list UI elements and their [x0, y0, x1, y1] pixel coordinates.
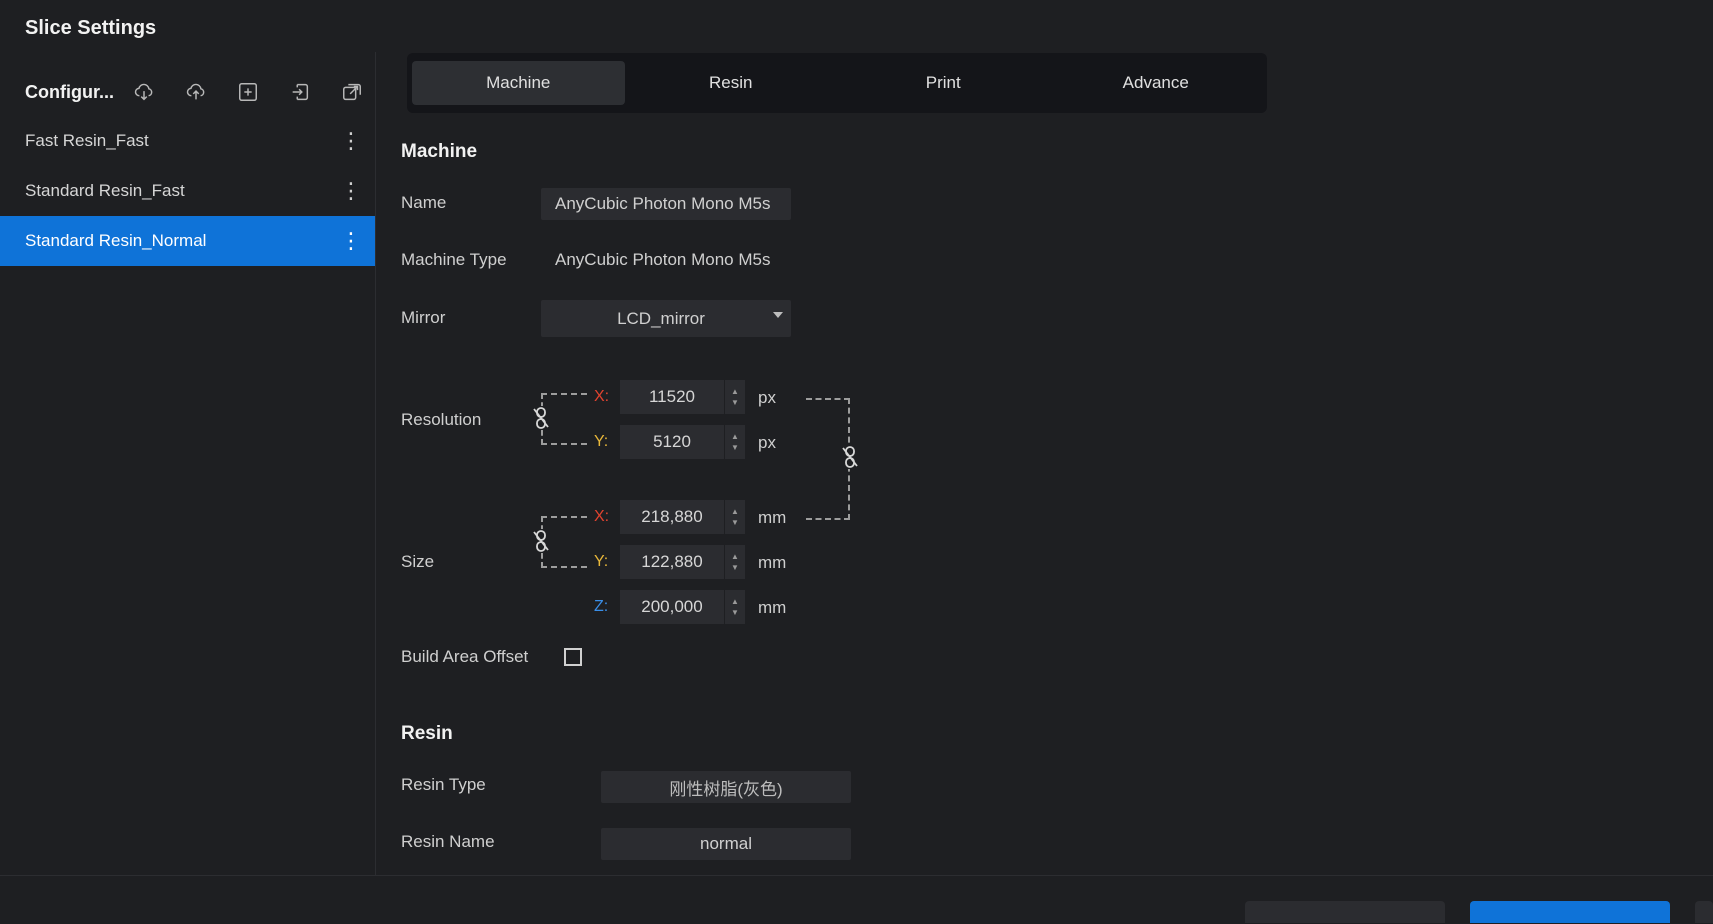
import-icon[interactable]	[287, 79, 313, 105]
size-y-axis-label: Y:	[594, 553, 609, 570]
size-y-value: 122,880	[641, 552, 703, 571]
tab-print[interactable]: Print	[837, 61, 1050, 105]
resolution-y-axis-label: Y:	[594, 433, 609, 450]
resolution-y-value: 5120	[653, 432, 691, 451]
resolution-x-value: 11520	[648, 387, 695, 406]
more-options-icon[interactable]: ⋮	[340, 180, 362, 202]
size-z-input[interactable]: 200,000 ▲ ▼	[620, 590, 745, 624]
tab-advance[interactable]: Advance	[1050, 61, 1263, 105]
resolution-y-input[interactable]: 5120 ▲ ▼	[620, 425, 745, 459]
resolution-y-unit: px	[758, 433, 776, 452]
settings-tabs: Machine Resin Print Advance	[407, 53, 1267, 113]
machine-type-value: AnyCubic Photon Mono M5s	[555, 250, 771, 269]
list-item[interactable]: Standard Resin_Fast ⋮	[0, 166, 375, 216]
export-icon[interactable]	[339, 79, 365, 105]
list-item-label: Fast Resin_Fast	[25, 131, 149, 150]
mirror-select-value: LCD_mirror	[617, 308, 705, 328]
size-label: Size	[401, 552, 435, 571]
size-z-axis-label: Z:	[594, 598, 609, 615]
size-x-value: 218,880	[641, 507, 703, 526]
build-area-offset-checkbox[interactable]	[564, 648, 582, 666]
mirror-label: Mirror	[401, 308, 446, 327]
add-box-icon[interactable]	[235, 79, 261, 105]
machine-section-title: Machine	[401, 141, 478, 162]
resolution-x-unit: px	[758, 388, 776, 407]
tertiary-button[interactable]	[1695, 901, 1713, 923]
spin-arrows[interactable]: ▲ ▼	[724, 425, 745, 459]
primary-button[interactable]	[1470, 901, 1670, 923]
spin-arrows[interactable]: ▲ ▼	[724, 500, 745, 534]
tab-machine[interactable]: Machine	[412, 61, 625, 105]
name-label: Name	[401, 193, 447, 212]
more-options-icon[interactable]: ⋮	[340, 130, 362, 152]
link-broken-icon[interactable]	[531, 529, 551, 553]
resin-type-label: Resin Type	[401, 775, 486, 794]
list-item-selected[interactable]: Standard Resin_Normal ⋮	[0, 216, 375, 266]
size-z-unit: mm	[758, 598, 787, 617]
tab-resin[interactable]: Resin	[625, 61, 838, 105]
size-y-unit: mm	[758, 553, 787, 572]
spin-arrows[interactable]: ▲ ▼	[724, 590, 745, 624]
build-area-offset-label: Build Area Offset	[401, 647, 529, 666]
chevron-down-icon	[773, 312, 783, 318]
size-x-input[interactable]: 218,880 ▲ ▼	[620, 500, 745, 534]
size-x-axis-label: X:	[594, 508, 610, 525]
spin-arrows[interactable]: ▲ ▼	[724, 380, 745, 414]
bottom-bar	[0, 875, 1713, 924]
size-z-value: 200,000	[641, 597, 703, 616]
link-broken-icon[interactable]	[840, 445, 860, 469]
size-y-input[interactable]: 122,880 ▲ ▼	[620, 545, 745, 579]
cloud-upload-icon[interactable]	[183, 79, 209, 105]
window-title: Slice Settings	[25, 17, 157, 39]
configuration-toolbar: Configur...	[25, 70, 365, 114]
resin-section-title: Resin	[401, 723, 453, 744]
resolution-label: Resolution	[401, 410, 482, 429]
size-x-unit: mm	[758, 508, 787, 527]
resin-name-label: Resin Name	[401, 832, 495, 851]
list-item-label: Standard Resin_Normal	[25, 231, 207, 250]
resolution-x-axis-label: X:	[594, 388, 610, 405]
more-options-icon[interactable]: ⋮	[340, 230, 362, 252]
machine-type-label: Machine Type	[401, 250, 507, 269]
configuration-list: Fast Resin_Fast ⋮ Standard Resin_Fast ⋮ …	[0, 116, 375, 266]
resin-type-field[interactable]: 刚性树脂(灰色)	[601, 771, 851, 803]
machine-name-field[interactable]: AnyCubic Photon Mono M5s	[541, 188, 791, 220]
link-broken-icon[interactable]	[531, 406, 551, 430]
mirror-select[interactable]: LCD_mirror	[541, 300, 791, 337]
spin-arrows[interactable]: ▲ ▼	[724, 545, 745, 579]
resin-name-field[interactable]: normal	[601, 828, 851, 860]
configuration-label: Configur...	[25, 81, 114, 102]
cloud-download-icon[interactable]	[131, 79, 157, 105]
secondary-button[interactable]	[1245, 901, 1445, 923]
resolution-x-input[interactable]: 11520 ▲ ▼	[620, 380, 745, 414]
list-item[interactable]: Fast Resin_Fast ⋮	[0, 116, 375, 166]
list-item-label: Standard Resin_Fast	[25, 181, 185, 200]
